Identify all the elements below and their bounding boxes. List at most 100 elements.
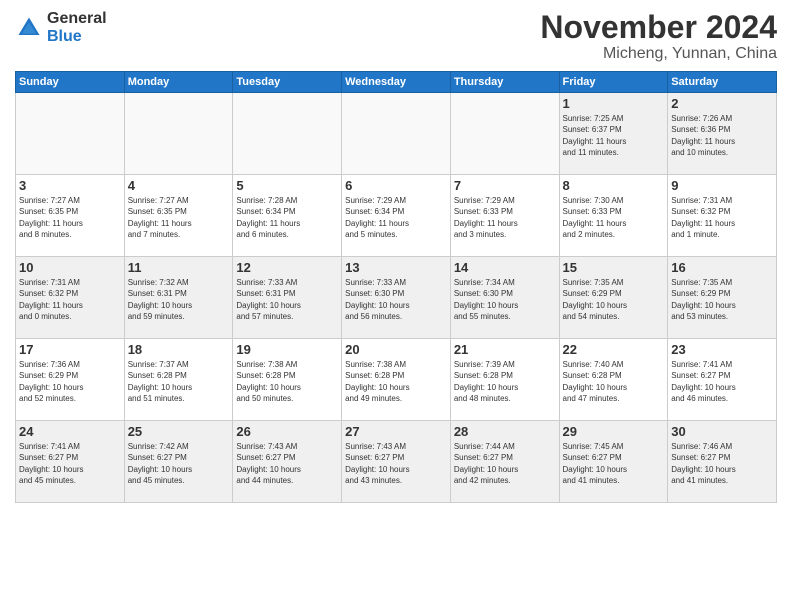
- day-info: Sunrise: 7:41 AM Sunset: 6:27 PM Dayligh…: [19, 441, 121, 486]
- day-number: 24: [19, 424, 121, 439]
- day-info: Sunrise: 7:31 AM Sunset: 6:32 PM Dayligh…: [19, 277, 121, 322]
- col-header-thursday: Thursday: [450, 72, 559, 93]
- logo: General Blue: [15, 10, 107, 45]
- day-info: Sunrise: 7:28 AM Sunset: 6:34 PM Dayligh…: [236, 195, 338, 240]
- day-cell: [342, 93, 451, 175]
- day-number: 12: [236, 260, 338, 275]
- day-info: Sunrise: 7:36 AM Sunset: 6:29 PM Dayligh…: [19, 359, 121, 404]
- day-number: 25: [128, 424, 230, 439]
- col-header-monday: Monday: [124, 72, 233, 93]
- day-number: 13: [345, 260, 447, 275]
- day-number: 11: [128, 260, 230, 275]
- day-cell: 28 Sunrise: 7:44 AM Sunset: 6:27 PM Dayli…: [450, 421, 559, 503]
- day-info: Sunrise: 7:44 AM Sunset: 6:27 PM Dayligh…: [454, 441, 556, 486]
- day-number: 16: [671, 260, 773, 275]
- day-cell: [16, 93, 125, 175]
- day-info: Sunrise: 7:34 AM Sunset: 6:30 PM Dayligh…: [454, 277, 556, 322]
- location: Micheng, Yunnan, China: [540, 45, 777, 63]
- day-info: Sunrise: 7:27 AM Sunset: 6:35 PM Dayligh…: [128, 195, 230, 240]
- day-number: 21: [454, 342, 556, 357]
- day-cell: 27Sunrise: 7:43 AM Sunset: 6:27 PM Dayli…: [342, 421, 451, 503]
- day-info: Sunrise: 7:32 AM Sunset: 6:31 PM Dayligh…: [128, 277, 230, 322]
- day-info: Sunrise: 7:35 AM Sunset: 6:29 PM Dayligh…: [563, 277, 665, 322]
- day-info: Sunrise: 7:27 AM Sunset: 6:35 PM Dayligh…: [19, 195, 121, 240]
- logo-icon: [15, 14, 43, 42]
- day-number: 10: [19, 260, 121, 275]
- day-info: Sunrise: 7:33 AM Sunset: 6:30 PM Dayligh…: [345, 277, 447, 322]
- day-cell: 15 Sunrise: 7:35 AM Sunset: 6:29 PM Dayli…: [559, 257, 668, 339]
- col-header-friday: Friday: [559, 72, 668, 93]
- day-cell: 5Sunrise: 7:28 AM Sunset: 6:34 PM Daylig…: [233, 175, 342, 257]
- day-info: Sunrise: 7:40 AM Sunset: 6:28 PM Dayligh…: [563, 359, 665, 404]
- week-row-4: 24 Sunrise: 7:41 AM Sunset: 6:27 PM Dayli…: [16, 421, 777, 503]
- day-number: 27: [345, 424, 447, 439]
- page-container: General Blue November 2024 Micheng, Yunn…: [0, 0, 792, 508]
- day-info: Sunrise: 7:33 AM Sunset: 6:31 PM Dayligh…: [236, 277, 338, 322]
- day-info: Sunrise: 7:35 AM Sunset: 6:29 PM Dayligh…: [671, 277, 773, 322]
- day-number: 23: [671, 342, 773, 357]
- day-info: Sunrise: 7:38 AM Sunset: 6:28 PM Dayligh…: [345, 359, 447, 404]
- day-cell: 14 Sunrise: 7:34 AM Sunset: 6:30 PM Dayli…: [450, 257, 559, 339]
- day-cell: 30 Sunrise: 7:46 AM Sunset: 6:27 PM Dayli…: [668, 421, 777, 503]
- day-number: 28: [454, 424, 556, 439]
- week-row-2: 10 Sunrise: 7:31 AM Sunset: 6:32 PM Dayli…: [16, 257, 777, 339]
- col-header-wednesday: Wednesday: [342, 72, 451, 93]
- day-number: 17: [19, 342, 121, 357]
- week-row-0: 1 Sunrise: 7:25 AM Sunset: 6:37 PM Daylig…: [16, 93, 777, 175]
- day-cell: 18 Sunrise: 7:37 AM Sunset: 6:28 PM Dayli…: [124, 339, 233, 421]
- day-number: 8: [563, 178, 665, 193]
- day-info: Sunrise: 7:39 AM Sunset: 6:28 PM Dayligh…: [454, 359, 556, 404]
- day-cell: 23 Sunrise: 7:41 AM Sunset: 6:27 PM Dayli…: [668, 339, 777, 421]
- day-cell: 10 Sunrise: 7:31 AM Sunset: 6:32 PM Dayli…: [16, 257, 125, 339]
- day-cell: 29 Sunrise: 7:45 AM Sunset: 6:27 PM Dayli…: [559, 421, 668, 503]
- day-number: 22: [563, 342, 665, 357]
- day-cell: 13 Sunrise: 7:33 AM Sunset: 6:30 PM Dayli…: [342, 257, 451, 339]
- day-number: 14: [454, 260, 556, 275]
- logo-blue-text: Blue: [47, 28, 107, 46]
- day-info: Sunrise: 7:46 AM Sunset: 6:27 PM Dayligh…: [671, 441, 773, 486]
- day-number: 19: [236, 342, 338, 357]
- day-info: Sunrise: 7:25 AM Sunset: 6:37 PM Dayligh…: [563, 113, 665, 158]
- day-info: Sunrise: 7:42 AM Sunset: 6:27 PM Dayligh…: [128, 441, 230, 486]
- day-cell: 16 Sunrise: 7:35 AM Sunset: 6:29 PM Dayli…: [668, 257, 777, 339]
- day-cell: 9 Sunrise: 7:31 AM Sunset: 6:32 PM Daylig…: [668, 175, 777, 257]
- week-row-1: 3Sunrise: 7:27 AM Sunset: 6:35 PM Daylig…: [16, 175, 777, 257]
- day-cell: 1 Sunrise: 7:25 AM Sunset: 6:37 PM Daylig…: [559, 93, 668, 175]
- day-cell: 12 Sunrise: 7:33 AM Sunset: 6:31 PM Dayli…: [233, 257, 342, 339]
- day-info: Sunrise: 7:43 AM Sunset: 6:27 PM Dayligh…: [236, 441, 338, 486]
- col-header-saturday: Saturday: [668, 72, 777, 93]
- day-cell: 26 Sunrise: 7:43 AM Sunset: 6:27 PM Dayli…: [233, 421, 342, 503]
- calendar-table: SundayMondayTuesdayWednesdayThursdayFrid…: [15, 71, 777, 503]
- day-info: Sunrise: 7:30 AM Sunset: 6:33 PM Dayligh…: [563, 195, 665, 240]
- day-cell: 25 Sunrise: 7:42 AM Sunset: 6:27 PM Dayli…: [124, 421, 233, 503]
- header: General Blue November 2024 Micheng, Yunn…: [15, 10, 777, 63]
- day-number: 20: [345, 342, 447, 357]
- day-number: 18: [128, 342, 230, 357]
- day-cell: 17 Sunrise: 7:36 AM Sunset: 6:29 PM Dayli…: [16, 339, 125, 421]
- day-number: 29: [563, 424, 665, 439]
- day-info: Sunrise: 7:37 AM Sunset: 6:28 PM Dayligh…: [128, 359, 230, 404]
- logo-general-text: General: [47, 10, 107, 28]
- day-number: 15: [563, 260, 665, 275]
- day-info: Sunrise: 7:31 AM Sunset: 6:32 PM Dayligh…: [671, 195, 773, 240]
- day-info: Sunrise: 7:38 AM Sunset: 6:28 PM Dayligh…: [236, 359, 338, 404]
- day-number: 30: [671, 424, 773, 439]
- day-number: 9: [671, 178, 773, 193]
- day-cell: [124, 93, 233, 175]
- day-info: Sunrise: 7:29 AM Sunset: 6:34 PM Dayligh…: [345, 195, 447, 240]
- week-row-3: 17 Sunrise: 7:36 AM Sunset: 6:29 PM Dayli…: [16, 339, 777, 421]
- day-cell: 19 Sunrise: 7:38 AM Sunset: 6:28 PM Dayli…: [233, 339, 342, 421]
- day-number: 4: [128, 178, 230, 193]
- day-cell: 24 Sunrise: 7:41 AM Sunset: 6:27 PM Dayli…: [16, 421, 125, 503]
- day-info: Sunrise: 7:41 AM Sunset: 6:27 PM Dayligh…: [671, 359, 773, 404]
- day-cell: 21 Sunrise: 7:39 AM Sunset: 6:28 PM Dayli…: [450, 339, 559, 421]
- day-info: Sunrise: 7:29 AM Sunset: 6:33 PM Dayligh…: [454, 195, 556, 240]
- day-cell: [233, 93, 342, 175]
- day-number: 1: [563, 96, 665, 111]
- day-number: 6: [345, 178, 447, 193]
- day-cell: [450, 93, 559, 175]
- day-number: 26: [236, 424, 338, 439]
- day-info: Sunrise: 7:26 AM Sunset: 6:36 PM Dayligh…: [671, 113, 773, 158]
- day-cell: 22 Sunrise: 7:40 AM Sunset: 6:28 PM Dayli…: [559, 339, 668, 421]
- day-info: Sunrise: 7:45 AM Sunset: 6:27 PM Dayligh…: [563, 441, 665, 486]
